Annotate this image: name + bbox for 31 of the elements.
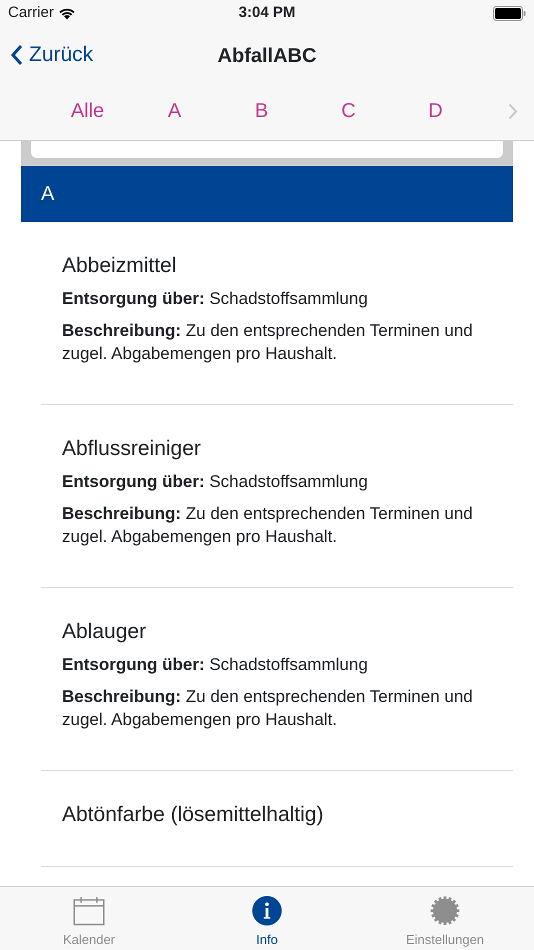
screen-title: AbfallABC: [218, 45, 316, 67]
letter-tab[interactable]: A: [131, 92, 218, 130]
tab-bar-item[interactable]: Info: [178, 887, 356, 950]
battery-icon: [493, 6, 526, 21]
section-header: A: [41, 182, 54, 207]
tab-bar-item[interactable]: Kalender: [0, 887, 178, 950]
letter-tab[interactable]: C: [305, 92, 392, 130]
chevron-right-icon[interactable]: [508, 102, 518, 120]
search-field[interactable]: [31, 141, 503, 158]
description-text: Beschreibung: Zu den entsprechenden Terminen und zugel. Abgabemengen pro Haushalt.: [62, 503, 474, 548]
tab-bar-item[interactable]: Einstellungen: [356, 887, 534, 950]
description-text: Beschreibung: Zu den entsprechenden Terminen und zugel. Abgabemengen pro Haushalt.: [62, 320, 474, 365]
disposal-text: Entsorgung über: Schadstoffsammlung: [62, 654, 369, 676]
carrier-name: Carrier: [8, 3, 54, 24]
letter-tab[interactable]: D: [392, 92, 479, 130]
disposal-text: Entsorgung über: Schadstoffsammlung: [62, 471, 369, 493]
entry-title: Ablauger: [62, 620, 148, 643]
letter-tab[interactable]: Alle: [44, 92, 131, 130]
entry-title: Abbeizmittel: [62, 254, 178, 277]
entry-title: Abtönfarbe (lösemittelhaltig): [62, 803, 324, 826]
chevron-left-icon: [10, 44, 23, 66]
description-text: Beschreibung: Zu den entsprechenden Terminen und zugel. Abgabemengen pro Haushalt.: [62, 686, 474, 731]
wifi-icon: [58, 7, 76, 20]
entry-title: Abflussreiniger: [62, 437, 202, 460]
letter-tab[interactable]: B: [218, 92, 305, 130]
calendar-icon: [73, 896, 105, 926]
clock-time: 3:04 PM: [238, 3, 296, 24]
info-icon: [251, 896, 283, 926]
back-button[interactable]: Zurück: [0, 27, 94, 82]
disposal-text: Entsorgung über: Schadstoffsammlung: [62, 288, 369, 310]
gear-icon: [429, 896, 461, 926]
